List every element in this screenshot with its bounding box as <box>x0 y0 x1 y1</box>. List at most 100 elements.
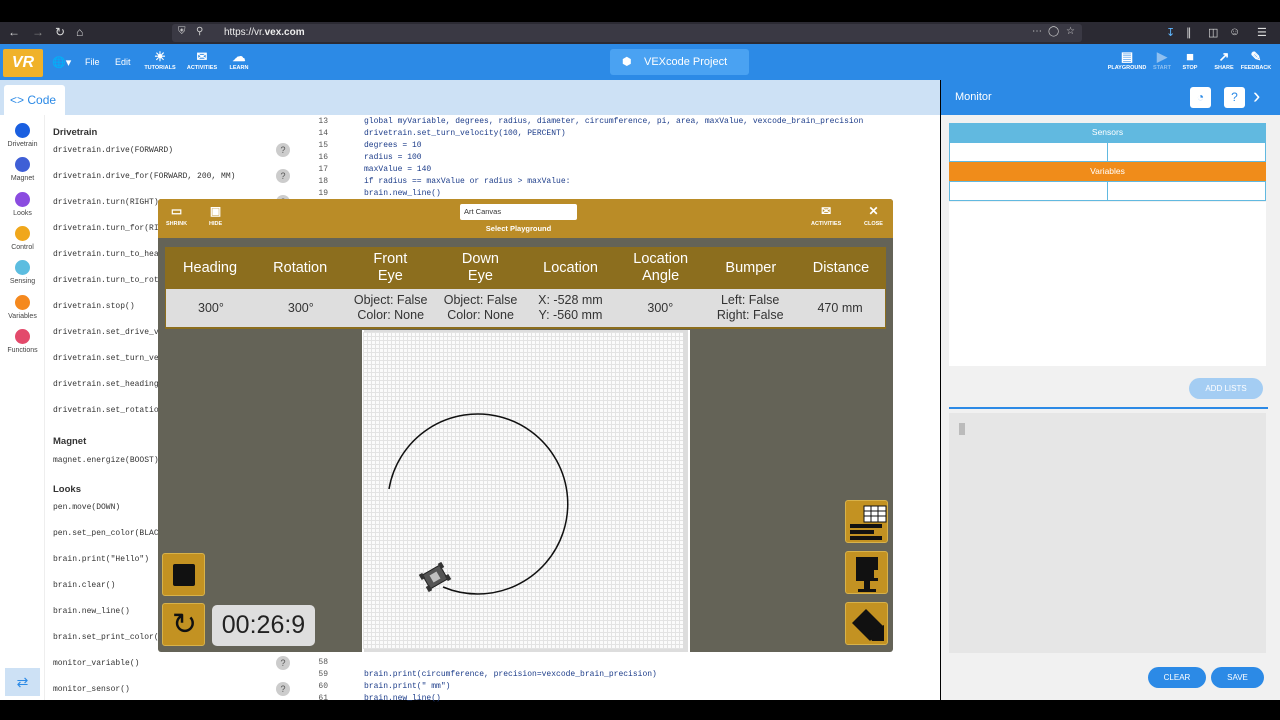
code-line[interactable]: brain.new_line() <box>364 694 441 703</box>
toolbox-toggle-icon[interactable]: ⇄ <box>5 668 40 696</box>
line-number: 14 <box>318 129 328 138</box>
dashboard-icon[interactable]: ◔ <box>1190 87 1211 108</box>
activities-button[interactable]: ✉ ACTIVITIES <box>185 50 219 72</box>
code-line[interactable]: global myVariable, degrees, radius, diam… <box>364 117 863 126</box>
top-view-button[interactable] <box>845 602 888 645</box>
address-bar[interactable]: ⛨ ⚲ https://vr.vex.com ⋯ ◯ ☆ <box>172 24 1082 42</box>
camera-view-button[interactable] <box>845 551 888 594</box>
playground-select[interactable]: Art Canvas <box>460 204 577 220</box>
code-block[interactable]: pen.set_pen_color(BLAC <box>53 529 159 538</box>
category-looks[interactable]: Looks <box>0 191 45 217</box>
star-icon[interactable]: ☆ <box>1066 26 1075 37</box>
code-block[interactable]: brain.set_print_color( <box>53 633 159 642</box>
back-icon[interactable]: ← <box>8 25 20 39</box>
download-icon[interactable]: ↧ <box>1166 26 1175 39</box>
project-name[interactable]: ⬢ VEXcode Project <box>610 49 749 75</box>
code-line[interactable]: degrees = 10 <box>364 141 422 150</box>
share-button[interactable]: ↗ SHARE <box>1208 49 1240 72</box>
code-tab[interactable]: <> Code <box>4 85 65 115</box>
dashboard-value-cell: 300° <box>198 300 224 315</box>
code-line[interactable]: drivetrain.set_turn_velocity(100, PERCEN… <box>364 129 566 138</box>
category-magnet[interactable]: Magnet <box>0 157 45 182</box>
camera-icon <box>856 557 880 592</box>
hide-button[interactable]: ▣ HIDE <box>209 204 222 228</box>
category-sensing[interactable]: Sensing <box>0 260 45 285</box>
category-dot-icon <box>15 191 30 207</box>
pg-activities-button[interactable]: ✉ ACTIVITIES <box>811 205 841 228</box>
url-text: https://vr.vex.com <box>224 27 305 38</box>
sidebar-icon[interactable]: ◫ <box>1208 26 1218 39</box>
help-icon[interactable]: ? <box>276 656 290 670</box>
forward-icon[interactable]: → <box>32 25 44 39</box>
category-list: Drivetrain Magnet Looks Control Sensing Varia… <box>0 115 45 700</box>
code-block[interactable]: monitor_variable() <box>53 659 139 668</box>
code-block[interactable]: drivetrain.set_rotatio <box>53 406 159 415</box>
code-line[interactable]: if radius == maxValue or radius > maxVal… <box>364 177 570 186</box>
library-icon[interactable]: ∥ <box>1186 26 1192 39</box>
shrink-button[interactable]: ▭ SHRINK <box>166 205 187 228</box>
menu-icon[interactable]: ☰ <box>1257 26 1267 39</box>
stop-button[interactable]: ■ STOP <box>1174 50 1206 72</box>
screen: ← → ↻ ⌂ ⛨ ⚲ https://vr.vex.com ⋯ ◯ ☆ ↧ ∥… <box>0 0 1280 720</box>
account-icon[interactable]: ☺ <box>1229 26 1240 38</box>
globe-icon[interactable]: 🌐▾ <box>52 56 71 69</box>
code-line[interactable]: maxValue = 140 <box>364 165 431 174</box>
pocket-icon[interactable]: ◯ <box>1048 26 1059 37</box>
code-line[interactable]: brain.print(circumference, precision=vex… <box>364 670 657 679</box>
help-icon[interactable]: ? <box>276 143 290 157</box>
code-line[interactable]: brain.new_line() <box>364 189 441 198</box>
table-icon <box>850 505 887 540</box>
more-icon[interactable]: ⋯ <box>1032 26 1042 37</box>
dashboard-toggle-button[interactable] <box>845 500 888 543</box>
hide-icon: ▣ <box>209 204 222 218</box>
code-line[interactable]: brain.print(" mm") <box>364 682 450 691</box>
code-line[interactable]: radius = 100 <box>364 153 422 162</box>
code-block[interactable]: drivetrain.turn_for(RI <box>53 224 159 233</box>
help-icon[interactable]: ? <box>1224 87 1245 108</box>
code-block[interactable]: brain.print("Hello") <box>53 555 149 564</box>
code-block[interactable]: brain.clear() <box>53 581 115 590</box>
category-dot-icon <box>15 328 30 344</box>
code-block[interactable]: drivetrain.turn(RIGHT) <box>53 198 159 207</box>
close-button[interactable]: ✕ CLOSE <box>864 205 883 228</box>
code-block[interactable]: drivetrain.turn_to_rot <box>53 276 159 285</box>
clear-button[interactable]: CLEAR <box>1148 667 1206 688</box>
code-block[interactable]: drivetrain.set_turn_ve <box>53 354 159 363</box>
feedback-button[interactable]: ✎ FEEDBACK <box>1239 50 1273 72</box>
category-variables[interactable]: Variables <box>0 294 45 320</box>
code-block[interactable]: drivetrain.drive(FORWARD) <box>53 146 173 155</box>
category-functions[interactable]: Functions <box>0 328 45 354</box>
playground-toolbar: ▭ SHRINK ▣ HIDE Art Canvas Select Playgrou… <box>158 199 893 238</box>
line-number: 19 <box>318 189 328 198</box>
category-drivetrain[interactable]: Drivetrain <box>0 123 45 148</box>
code-block[interactable]: drivetrain.set_heading <box>53 380 159 389</box>
file-menu[interactable]: File <box>85 57 100 67</box>
browser-toolbar: ← → ↻ ⌂ ⛨ ⚲ https://vr.vex.com ⋯ ◯ ☆ ↧ ∥… <box>0 22 1280 44</box>
tutorials-button[interactable]: ☀ TUTORIALS <box>143 50 177 72</box>
code-block[interactable]: drivetrain.set_drive_v <box>53 328 159 337</box>
home-icon[interactable]: ⌂ <box>76 25 83 39</box>
stop-square-button[interactable] <box>162 553 205 596</box>
code-block[interactable]: brain.new_line() <box>53 607 130 616</box>
code-block[interactable]: drivetrain.stop() <box>53 302 135 311</box>
playground-button[interactable]: ▤ PLAYGROUND <box>1107 50 1147 72</box>
code-block[interactable]: drivetrain.turn_to_hea <box>53 250 159 259</box>
help-icon[interactable]: ? <box>276 682 290 696</box>
edit-menu[interactable]: Edit <box>115 57 131 67</box>
print-console[interactable] <box>949 413 1266 653</box>
line-number: 15 <box>318 141 328 150</box>
chevron-right-icon[interactable]: › <box>1253 83 1260 109</box>
dashboard-header-cell: Distance <box>812 259 870 276</box>
help-icon[interactable]: ? <box>276 169 290 183</box>
category-control[interactable]: Control <box>0 225 45 251</box>
save-button[interactable]: SAVE <box>1211 667 1264 688</box>
code-block[interactable]: drivetrain.drive_for(FORWARD, 200, MM) <box>53 172 235 181</box>
learn-button[interactable]: ☁ LEARN <box>222 50 256 72</box>
add-lists-button[interactable]: ADD LISTS <box>1189 378 1263 399</box>
code-block[interactable]: monitor_sensor() <box>53 685 130 694</box>
reset-button[interactable]: ↻ <box>162 603 205 646</box>
code-block[interactable]: pen.move(DOWN) <box>53 503 120 512</box>
reload-icon[interactable]: ↻ <box>55 25 65 39</box>
share-icon: ↗ <box>1218 49 1230 64</box>
code-block[interactable]: magnet.energize(BOOST) <box>53 456 159 465</box>
